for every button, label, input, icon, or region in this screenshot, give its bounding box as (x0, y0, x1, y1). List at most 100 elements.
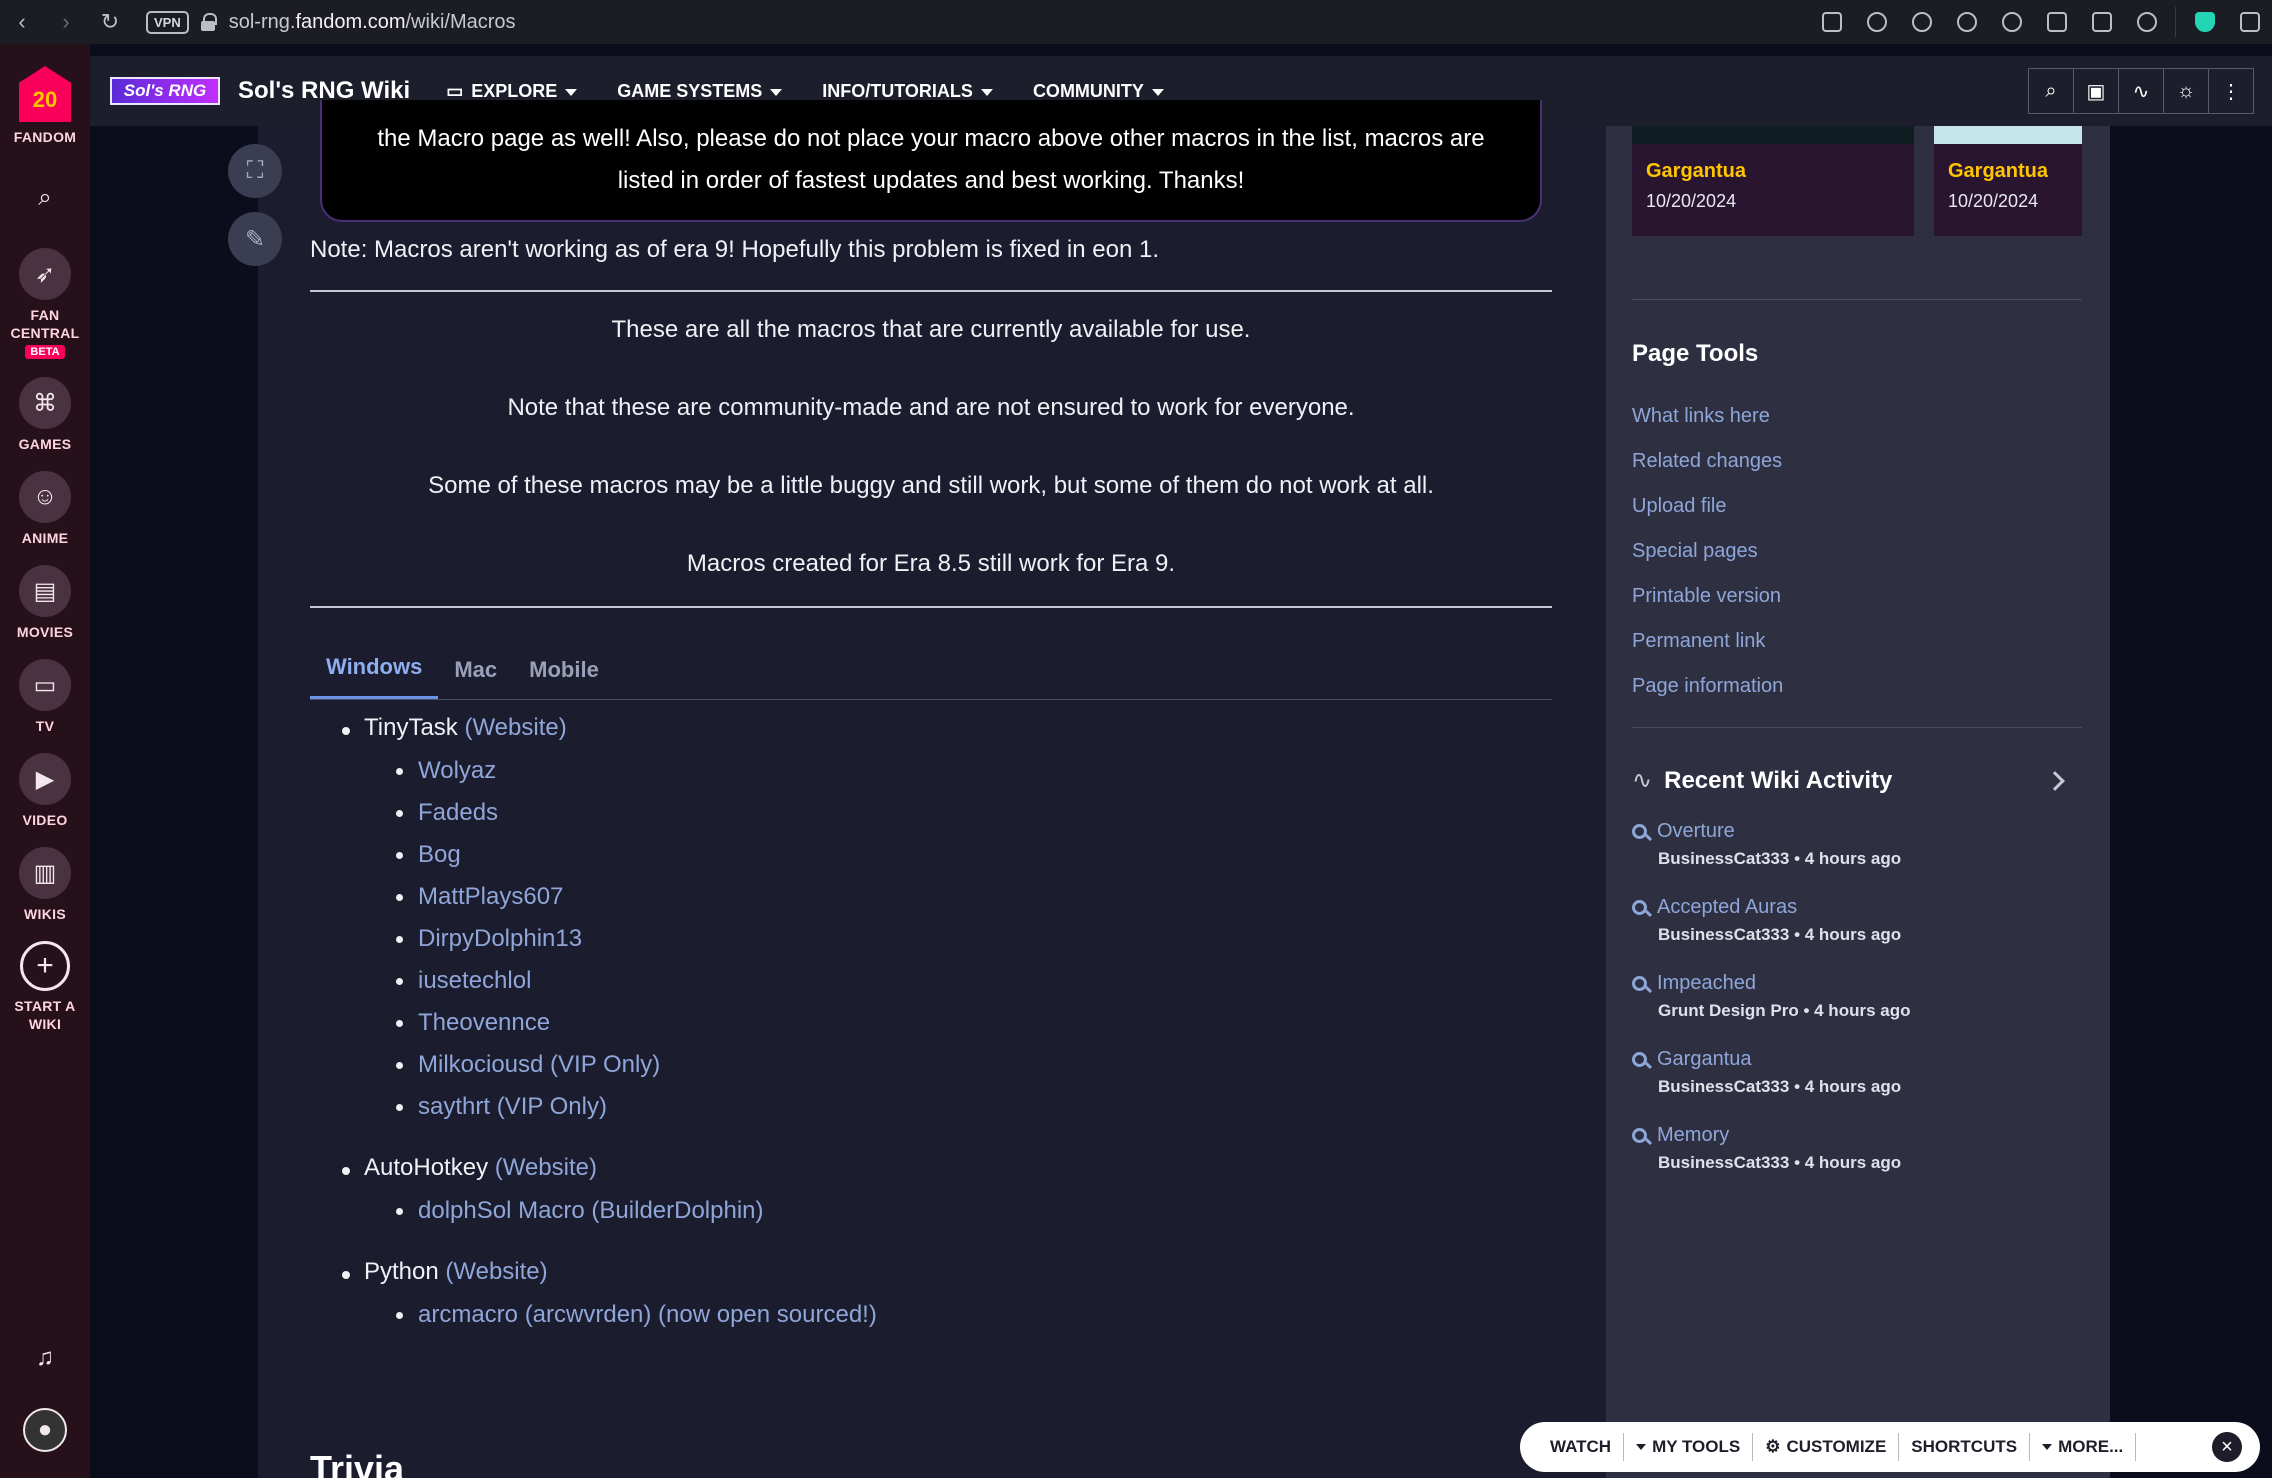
macro-sublist: arcmacro (arcwvrden) (now open sourced!) (364, 1294, 1552, 1336)
activity-page-link[interactable]: Impeached (1657, 972, 1756, 995)
play-icon[interactable] (1944, 0, 1989, 44)
download-icon[interactable] (2034, 0, 2079, 44)
my-tools-button[interactable]: MY TOOLS (1624, 1433, 1754, 1461)
rail-tv[interactable]: ▭ TV (19, 659, 71, 735)
macro-link[interactable]: Wolyaz (364, 750, 1552, 792)
website-link[interactable]: (Website) (495, 1154, 597, 1181)
page-tool-link[interactable]: Upload file (1632, 484, 1783, 529)
customize-button[interactable]: ⚙ CUSTOMIZE (1753, 1433, 1900, 1461)
anime-face-icon: ☺ (19, 471, 71, 523)
nav-game-systems[interactable]: GAME SYSTEMS (617, 81, 783, 102)
bell-icon[interactable]: ♫ (25, 1338, 65, 1378)
website-link[interactable]: (Website) (464, 714, 566, 741)
nav-info-tutorials[interactable]: INFO/TUTORIALS (822, 81, 993, 102)
gear-icon: ⚙ (1765, 1437, 1781, 1456)
macro-link[interactable]: Milkociousd (VIP Only) (364, 1044, 1552, 1086)
macro-link[interactable]: saythrt (VIP Only) (364, 1086, 1552, 1128)
cube-icon[interactable] (2227, 0, 2272, 44)
page-tool-link[interactable]: Special pages (1632, 529, 1783, 574)
lock-icon[interactable] (200, 13, 217, 31)
macro-link[interactable]: DirpyDolphin13 (364, 918, 1552, 960)
macro-link[interactable]: Fadeds (364, 792, 1552, 834)
forward-icon[interactable]: › (44, 0, 88, 44)
page-tool-link[interactable]: Related changes (1632, 439, 1783, 484)
plus-circle-icon: + (20, 941, 70, 991)
website-link[interactable]: (Website) (445, 1258, 547, 1285)
fandom-logo[interactable]: 20 (19, 66, 71, 122)
macro-link[interactable]: iusetechlol (364, 960, 1552, 1002)
caret-down-icon (1636, 1444, 1647, 1450)
page-tool-link[interactable]: What links here (1632, 394, 1783, 439)
discussions-icon[interactable]: ▣ (2073, 68, 2119, 114)
menu-icon[interactable] (2079, 0, 2124, 44)
search-icon[interactable]: ⌕ (2028, 68, 2074, 114)
intro-paragraph: These are all the macros that are curren… (611, 316, 1251, 343)
address-bar[interactable]: sol-rng.fandom.com/wiki/Macros (229, 11, 516, 34)
start-wiki-label: START A WIKI (14, 998, 76, 1032)
rail-anime[interactable]: ☺ ANIME (19, 471, 71, 547)
wiki-logo[interactable]: Sol's RNG (110, 77, 220, 105)
camera-icon[interactable] (1854, 0, 1899, 44)
macro-link[interactable]: Bog (364, 834, 1552, 876)
more-button[interactable]: MORE... (2030, 1433, 2137, 1461)
activity-page-link[interactable]: Gargantua (1657, 1048, 1752, 1071)
rail-movies[interactable]: ▤ MOVIES (17, 565, 73, 641)
back-icon[interactable]: ‹ (0, 0, 44, 44)
profile-icon[interactable] (2124, 0, 2169, 44)
url-path: /wiki/Macros (405, 10, 516, 33)
chevron-right-icon[interactable] (2045, 770, 2065, 791)
rail-fan-central[interactable]: ➶ FAN CENTRAL BETA (5, 248, 85, 359)
activity-page-link[interactable]: Overture (1657, 820, 1735, 843)
more-options-icon[interactable]: ⋮ (2208, 68, 2254, 114)
shield-check-icon[interactable] (1899, 0, 1944, 44)
theme-toggle-icon[interactable]: ☼ (2163, 68, 2209, 114)
macro-link[interactable]: MattPlays607 (364, 876, 1552, 918)
platform-tabs: Windows Mac Mobile (310, 626, 1552, 700)
fullscreen-icon[interactable]: ⛶ (228, 144, 282, 198)
tab-mac[interactable]: Mac (438, 657, 513, 699)
rail-wikis[interactable]: ▥ WIKIS (19, 847, 71, 923)
right-rail: Gargantua 10/20/2024 Gargantua 10/20/202… (1606, 126, 2110, 1478)
macro-link[interactable]: dolphSol Macro (BuilderDolphin) (364, 1190, 1552, 1232)
reload-icon[interactable]: ↻ (88, 0, 132, 44)
fandom-label[interactable]: FANDOM (14, 128, 76, 146)
page-tool-link[interactable]: Page information (1632, 664, 1783, 709)
book-icon: ▥ (19, 847, 71, 899)
avatar[interactable]: ● (23, 1408, 67, 1452)
activity-icon[interactable]: ∿ (2118, 68, 2164, 114)
divider (1632, 299, 2082, 300)
rail-games[interactable]: ⌘ GAMES (19, 377, 72, 453)
rail-video[interactable]: ▶ VIDEO (19, 753, 71, 829)
page-tool-link[interactable]: Printable version (1632, 574, 1783, 619)
heart-icon[interactable] (1989, 0, 2034, 44)
tab-mobile[interactable]: Mobile (513, 657, 615, 699)
vpn-shield-icon[interactable] (2182, 0, 2227, 44)
caret-down-icon (565, 88, 578, 96)
rail-start-wiki[interactable]: + START A WIKI (10, 941, 80, 1033)
page-tools-list: What links here Related changes Upload f… (1632, 394, 1783, 709)
nav-explore[interactable]: ▭ EXPLORE (446, 81, 578, 102)
edit-pencil-icon[interactable]: ✎ (228, 212, 282, 266)
page-tool-link[interactable]: Permanent link (1632, 619, 1783, 664)
list-item: AutoHotkey (Website) dolphSol Macro (Bui… (310, 1154, 1552, 1232)
tab-windows[interactable]: Windows (310, 654, 439, 699)
search-icon[interactable]: ⌕ (19, 172, 71, 224)
activity-meta: BusinessCat333 • 4 hours ago (1658, 849, 1902, 868)
close-icon[interactable]: × (2212, 1432, 2242, 1462)
activity-page-link[interactable]: Memory (1657, 1124, 1729, 1147)
edit-icon[interactable] (1809, 0, 1854, 44)
rail-search[interactable]: ⌕ (19, 172, 71, 230)
anime-label: ANIME (21, 530, 69, 546)
gallery-card[interactable]: Gargantua 10/20/2024 (1934, 126, 2082, 236)
wikis-label: WIKIS (24, 906, 66, 922)
macro-link[interactable]: Theovennce (364, 1002, 1552, 1044)
fan-central-label: FAN CENTRAL (10, 307, 80, 341)
nav-community[interactable]: COMMUNITY (1033, 81, 1164, 102)
vpn-badge[interactable]: VPN (146, 10, 189, 34)
divider (1632, 727, 2082, 728)
gallery-card[interactable]: Gargantua 10/20/2024 (1632, 126, 1914, 236)
activity-page-link[interactable]: Accepted Auras (1657, 896, 1797, 919)
watch-button[interactable]: WATCH (1538, 1433, 1625, 1461)
shortcuts-button[interactable]: SHORTCUTS (1899, 1433, 2031, 1461)
macro-link[interactable]: arcmacro (arcwvrden) (now open sourced!) (364, 1294, 1552, 1336)
